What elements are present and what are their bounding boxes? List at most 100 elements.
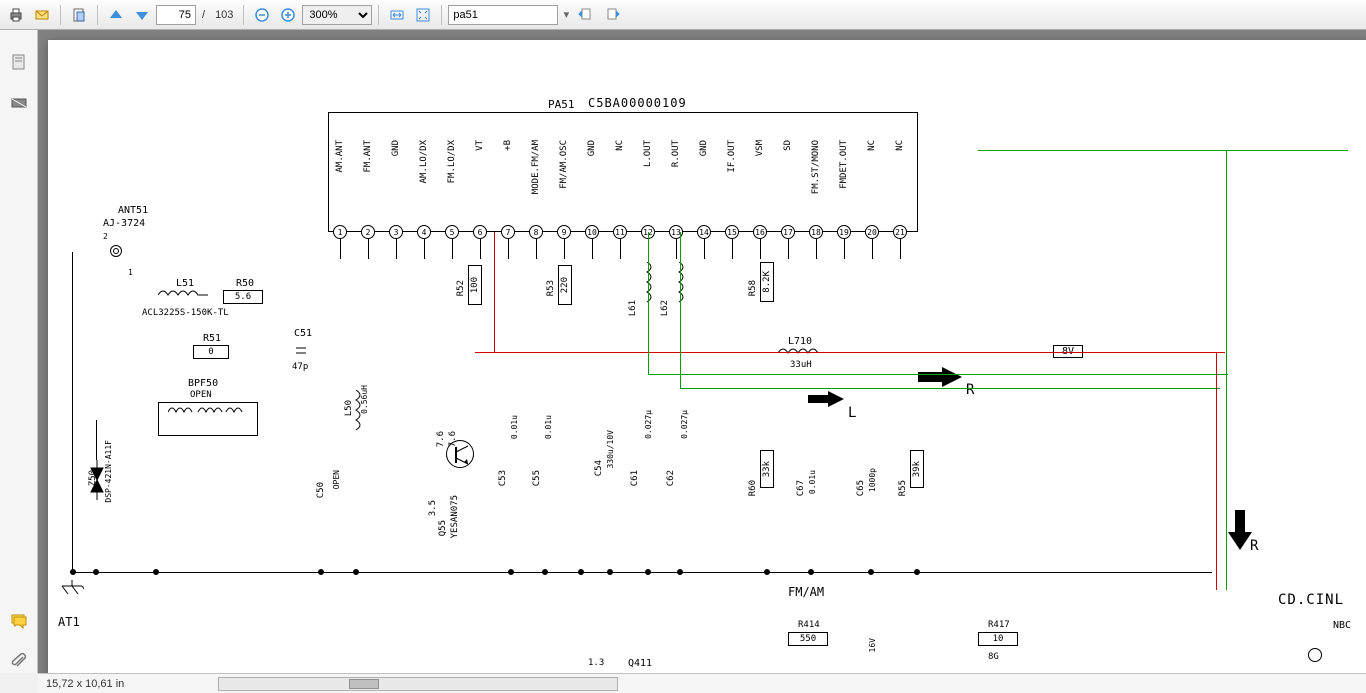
junction [318,569,324,575]
c53-ref: C53 [498,470,508,486]
r417-body: 10 [978,632,1018,646]
c54-ref: C54 [594,460,604,476]
conn-cd [1308,648,1322,662]
z50-part: DSP-421N-A11F [104,440,113,503]
pin-wire [424,239,425,259]
toolbar: / 103 300% ▾ [0,0,1366,30]
schematic-diagram: PA51 C5BA00000109 1AM.ANT2FM.ANT3GND4AM.… [48,40,1366,673]
chip-pin-10: 10 [585,225,599,239]
at1-label: AT1 [58,615,80,629]
chip-pin-label-12: L.OUT [643,140,653,167]
horizontal-scrollbar[interactable] [218,677,618,691]
document-page: PA51 C5BA00000109 1AM.ANT2FM.ANT3GND4AM.… [48,40,1366,673]
page-up-icon[interactable] [104,3,128,27]
attachments-panel-icon[interactable] [7,649,31,673]
comments-panel-icon[interactable] [7,609,31,633]
q55-symbol [450,444,472,469]
pin-wire [508,239,509,259]
chip-pin-19: 19 [837,225,851,239]
c65-ref: C65 [856,480,866,496]
pin-wire [844,239,845,259]
ant-ref: ANT51 [118,205,148,216]
junction [578,569,584,575]
find-next-icon[interactable] [600,3,624,27]
layers-panel-icon[interactable] [7,90,31,114]
q55-ref: Q55 [438,520,448,536]
page-dimensions: 15,72 x 10,61 in [46,678,124,690]
val-1-3: 1.3 [588,658,604,668]
junction [508,569,514,575]
zoom-in-icon[interactable] [276,3,300,27]
c53-val: 0.01u [510,415,519,439]
chip-ref: PA51 [548,98,575,111]
c62-val: 0.027µ [680,410,689,439]
pin-wire [368,239,369,259]
fit-page-icon[interactable] [411,3,435,27]
vt-bus-red [475,352,1225,353]
pages-panel-icon[interactable] [7,50,31,74]
chip-pin-label-17: SD [783,140,793,151]
pin-wire [564,239,565,259]
c65-val: 1000p [868,468,877,492]
cd-cinl-label: CD.CINL [1278,592,1344,608]
c50-val: OPEN [332,470,341,489]
chip-pin-15: 15 [725,225,739,239]
diode-z50 [90,460,104,503]
zoom-select[interactable]: 300% [302,5,372,25]
page-number-input[interactable] [156,5,196,25]
chip-pin-5: 5 [445,225,459,239]
chip-pin-20: 20 [865,225,879,239]
chip-pin-label-9: FM/AM.OSC [559,140,569,189]
chip-pin-6: 6 [473,225,487,239]
print-icon[interactable] [4,3,28,27]
chip-pin-2: 2 [361,225,375,239]
arrow-l-body [808,395,828,403]
right-red-vert [1216,352,1217,590]
ant-part: AJ-3724 [103,218,145,229]
q55-part: YESAN075 [450,495,460,538]
content-area[interactable]: PA51 C5BA00000109 1AM.ANT2FM.ANT3GND4AM.… [38,30,1366,673]
fm-am-label: FM/AM [788,585,824,599]
r60-ref: R60 [748,480,758,496]
pin-wire [396,239,397,259]
chip-pin-label-15: IF.OUT [727,140,737,173]
c51-val: 47p [292,362,308,372]
zoom-out-icon[interactable] [250,3,274,27]
ant-left-wire [72,252,73,572]
r50-body: 5.6 [223,290,263,304]
sidebar [0,30,38,673]
junction [677,569,683,575]
page-down-icon[interactable] [130,3,154,27]
arrow-l-head [828,391,844,407]
gnd-bus [72,572,1212,573]
l62-ref: L62 [660,300,670,316]
chip-pin-14: 14 [697,225,711,239]
chip-pin-11: 11 [613,225,627,239]
chip-part: C5BA00000109 [588,96,687,110]
val-16v: 16V [868,638,877,652]
chip-pin-label-1: AM.ANT [335,140,345,173]
pin-wire [760,239,761,259]
chip-pin-label-13: R.OUT [671,140,681,167]
signal-r: R [966,382,974,398]
clipboard-icon[interactable] [67,3,91,27]
scrollbar-thumb[interactable] [349,679,379,689]
chip-pin-4: 4 [417,225,431,239]
ant-pin1: 1 [128,268,133,277]
c61-ref: C61 [630,470,640,486]
inductor-l62 [674,262,684,309]
junction [764,569,770,575]
cap-c51 [296,342,306,363]
c51-ref: C51 [294,328,312,339]
search-dropdown-icon[interactable]: ▾ [560,8,572,21]
fit-width-icon[interactable] [385,3,409,27]
search-input[interactable] [448,5,558,25]
chip-pin-label-6: VT [475,140,485,151]
pin-wire [592,239,593,259]
email-icon[interactable] [30,3,54,27]
find-prev-icon[interactable] [574,3,598,27]
arrow-r2 [1228,510,1252,553]
c50-ref: C50 [316,482,326,498]
separator [378,5,379,25]
junction [93,569,99,575]
